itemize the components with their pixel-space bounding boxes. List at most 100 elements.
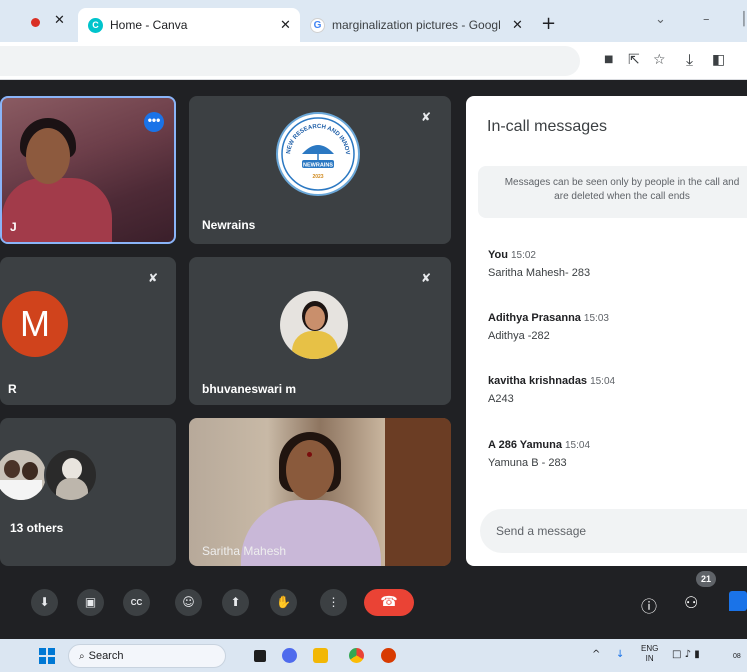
participant-tile-bhuvaneswari[interactable]: ✘ bhuvaneswari m xyxy=(189,257,451,405)
message-text: Adithya -282 xyxy=(488,330,550,342)
folder-icon[interactable] xyxy=(313,648,328,663)
reactions-button[interactable]: ☺ xyxy=(175,589,202,616)
participant-tile-newrains[interactable]: ✘ NEW RESEARCH AND INNOVATION SOCIETY NE… xyxy=(189,96,451,244)
recording-indicator-icon xyxy=(31,18,40,27)
avatar xyxy=(44,448,98,502)
browser-tab-bar: ✕ C Home - Canva ✕ G marginalization pic… xyxy=(0,0,747,42)
message-sender: Adithya Prasanna xyxy=(488,312,581,324)
participant-tile-r[interactable]: ✘ M R xyxy=(0,257,176,405)
video-frame xyxy=(286,440,334,500)
newrains-logo-art: NEW RESEARCH AND INNOVATION SOCIETY NEWR… xyxy=(276,110,355,191)
tab-close-icon[interactable]: ✕ xyxy=(280,18,291,33)
tab-google-search[interactable]: G marginalization pictures - Google S ✕ xyxy=(302,8,534,42)
message-sender: You xyxy=(488,249,508,261)
share-icon[interactable]: ⇱ xyxy=(628,52,640,68)
omnibox[interactable] xyxy=(0,46,580,76)
end-call-button[interactable]: ☎ xyxy=(364,589,414,616)
message-time: 15:04 xyxy=(565,440,591,451)
maximize-button[interactable]: │ xyxy=(740,12,747,27)
video-frame xyxy=(26,128,70,184)
tray-chevron-icon[interactable]: ^ xyxy=(592,649,600,660)
tab-close-icon[interactable]: ✕ xyxy=(512,18,523,33)
mic-off-icon: ✘ xyxy=(148,271,159,285)
meeting-info-button[interactable]: ⓘ xyxy=(641,593,657,617)
lang-region: IN xyxy=(645,654,654,663)
message-time: 15:04 xyxy=(590,376,616,387)
search-label: Search xyxy=(88,650,124,662)
participant-count-badge: 21 xyxy=(696,571,716,587)
tray-mic-icon[interactable]: ↓ xyxy=(616,649,624,660)
message-sender: A 286 Yamuna xyxy=(488,439,562,451)
search-icon: ⌕ xyxy=(79,651,85,662)
canva-icon: C xyxy=(88,18,103,33)
message-text: A243 xyxy=(488,393,514,405)
taskbar-search[interactable]: ⌕ Search xyxy=(68,644,226,668)
participant-tile-others[interactable]: 13 others xyxy=(0,418,176,566)
star-icon[interactable]: ☆ xyxy=(653,52,666,68)
chat-button[interactable] xyxy=(729,591,747,611)
message-sender: kavitha krishnadas xyxy=(488,375,588,387)
minimize-button[interactable]: – xyxy=(703,12,710,27)
message-time: 15:03 xyxy=(583,313,609,324)
chat-message: You 15:02 Saritha Mahesh- 283 xyxy=(488,245,738,279)
avatar xyxy=(280,291,348,359)
video-frame xyxy=(307,452,312,457)
panel-title: In-call messages xyxy=(487,118,608,135)
present-button[interactable]: ⬆ xyxy=(222,589,249,616)
messages-notice: Messages can be seen only by people in t… xyxy=(478,166,747,218)
address-bar: ■ ⇱ ☆ ⤓ ◧ xyxy=(0,42,747,80)
mic-off-icon: ✘ xyxy=(421,271,432,285)
avatar: M xyxy=(2,291,68,357)
participant-name: Saritha Mahesh xyxy=(202,544,287,558)
newrains-logo: NEW RESEARCH AND INNOVATION SOCIETY NEWR… xyxy=(276,110,360,196)
meet-icon[interactable] xyxy=(282,648,297,663)
logo-badge-text: NEWRAINS xyxy=(303,163,333,169)
chat-message: Adithya Prasanna 15:03 Adithya -282 xyxy=(488,308,738,342)
video-frame xyxy=(2,178,112,242)
more-options-icon[interactable]: ••• xyxy=(144,112,164,132)
message-text: Yamuna B - 283 xyxy=(488,457,567,469)
camera-icon[interactable]: ■ xyxy=(604,54,613,65)
camera-button[interactable]: ▣ xyxy=(77,589,104,616)
message-time: 15:02 xyxy=(510,250,536,261)
logo-year-text: 2023 xyxy=(312,174,323,180)
tab-canva[interactable]: C Home - Canva ✕ xyxy=(78,8,300,42)
participant-name: bhuvaneswari m xyxy=(202,382,297,396)
close-icon[interactable]: ✕ xyxy=(54,13,65,28)
video-frame xyxy=(385,418,451,566)
mic-off-icon: ✘ xyxy=(421,110,432,124)
download-icon[interactable]: ⤓ xyxy=(686,50,693,70)
chrome-icon[interactable] xyxy=(349,648,364,663)
participant-tile-saritha[interactable]: Saritha Mahesh xyxy=(189,418,451,566)
tab-search-dropdown-icon[interactable]: ⌄ xyxy=(655,12,666,27)
participant-name: 13 others xyxy=(10,521,64,535)
taskbar: ⌕ Search ^ ↓ ENG IN □ ♪ ▮ 08 xyxy=(0,639,747,672)
file-explorer-icon[interactable] xyxy=(254,650,266,662)
sidepanel-icon[interactable]: ◧ xyxy=(712,52,725,68)
google-icon: G xyxy=(310,18,325,33)
captions-button[interactable]: CC xyxy=(123,589,150,616)
avatar xyxy=(0,450,46,500)
in-call-messages-panel: In-call messages Messages can be seen on… xyxy=(466,96,747,566)
raise-hand-button[interactable]: ✋ xyxy=(270,589,297,616)
office-icon[interactable] xyxy=(381,648,396,663)
tab-title: Home - Canva xyxy=(110,18,188,32)
windows-start-icon[interactable] xyxy=(39,648,55,664)
message-text: Saritha Mahesh- 283 xyxy=(488,267,591,279)
more-options-button[interactable]: ⋮ xyxy=(320,589,347,616)
chat-message: kavitha krishnadas 15:04 A243 xyxy=(488,371,738,405)
participant-tile-j[interactable]: ••• J xyxy=(0,96,176,244)
new-tab-button[interactable]: + xyxy=(541,13,556,34)
chat-message: A 286 Yamuna 15:04 Yamuna B - 283 xyxy=(488,435,738,469)
participant-name: R xyxy=(8,382,17,396)
language-indicator[interactable]: ENG IN xyxy=(641,644,658,664)
send-message-input[interactable]: Send a message xyxy=(480,509,747,553)
network-volume-battery-icon[interactable]: □ ♪ ▮ xyxy=(672,649,700,660)
participant-name: Newrains xyxy=(202,218,256,232)
lang-code: ENG xyxy=(641,644,659,653)
mic-button[interactable]: ⬇ xyxy=(31,589,58,616)
clock[interactable]: 08 xyxy=(733,653,741,660)
people-button[interactable]: ⚇ xyxy=(684,593,698,612)
participant-name: J xyxy=(10,220,17,234)
tab-title: marginalization pictures - Google S xyxy=(332,18,500,32)
